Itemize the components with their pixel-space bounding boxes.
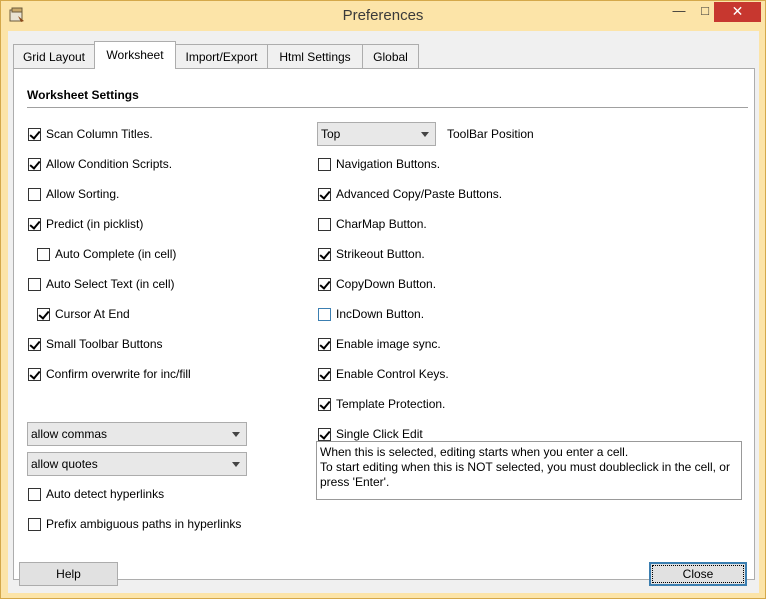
description-line-1: When this is selected, editing starts wh… [320,445,629,459]
dropdown-value: allow quotes [31,457,98,471]
copydown-button-checkbox[interactable]: CopyDown Button. [318,276,436,292]
preferences-window: Preferences — □ ✕ Grid Layout Worksheet … [0,0,766,599]
auto-select-text-checkbox[interactable]: Auto Select Text (in cell) [28,276,175,292]
checkbox-box[interactable] [28,487,41,501]
single-click-edit-checkbox[interactable]: Single Click Edit [318,426,423,442]
dropdown-value: allow commas [31,427,108,441]
close-icon: ✕ [731,3,744,19]
checkbox-label: Allow Sorting. [46,187,120,201]
dropdown-value: Top [321,127,341,141]
description-line-2: To start editing when this is NOT select… [320,460,730,489]
advanced-copy-paste-checkbox[interactable]: Advanced Copy/Paste Buttons. [318,186,502,202]
scan-column-titles-checkbox[interactable]: Scan Column Titles. [28,126,153,142]
tab-grid-layout[interactable]: Grid Layout [13,44,95,68]
checkbox-box[interactable] [28,277,41,291]
commas-dropdown[interactable]: allow commas [27,422,247,446]
tab-html-settings[interactable]: Html Settings [267,44,363,68]
single-click-description: When this is selected, editing starts wh… [316,441,742,500]
cursor-at-end-checkbox[interactable]: Cursor At End [37,306,130,322]
checkbox-label: Enable image sync. [336,337,441,351]
checkbox-box[interactable] [318,337,331,351]
strikeout-button-checkbox[interactable]: Strikeout Button. [318,246,425,262]
navigation-buttons-checkbox[interactable]: Navigation Buttons. [318,156,440,172]
checkbox-label: Auto Complete (in cell) [55,247,177,261]
allow-condition-scripts-checkbox[interactable]: Allow Condition Scripts. [28,156,172,172]
checkbox-label: Allow Condition Scripts. [46,157,173,171]
checkbox-box[interactable] [28,217,41,231]
confirm-overwrite-checkbox[interactable]: Confirm overwrite for inc/fill [28,366,191,382]
title-bar[interactable]: Preferences — □ ✕ [1,1,765,31]
tab-worksheet[interactable]: Worksheet [94,41,176,69]
checkbox-box[interactable] [318,427,331,441]
checkbox-label: Scan Column Titles. [46,127,153,141]
close-button[interactable]: Close [649,562,747,586]
enable-control-keys-checkbox[interactable]: Enable Control Keys. [318,366,449,382]
checkbox-box[interactable] [28,517,41,531]
worksheet-panel: Worksheet Settings Scan Column Titles. A… [13,68,755,580]
checkbox-label: CharMap Button. [336,217,427,231]
checkbox-box[interactable] [28,337,41,351]
checkbox-label: IncDown Button. [336,307,425,321]
checkbox-label: Small Toolbar Buttons [46,337,163,351]
template-protection-checkbox[interactable]: Template Protection. [318,396,445,412]
checkbox-box[interactable] [28,367,41,381]
checkbox-label: Template Protection. [336,397,446,411]
tab-import-export[interactable]: Import/Export [175,44,268,68]
auto-detect-hyperlinks-checkbox[interactable]: Auto detect hyperlinks [28,486,164,502]
checkbox-box[interactable] [28,127,41,141]
toolbar-position-label: ToolBar Position [447,127,534,141]
checkbox-label: Navigation Buttons. [336,157,441,171]
checkbox-box[interactable] [28,157,41,171]
maximize-icon: □ [701,3,709,18]
minimize-icon: — [672,3,686,18]
window-title: Preferences [342,7,424,24]
toolbar-position-dropdown[interactable]: Top [317,122,436,146]
checkbox-box[interactable] [318,157,331,171]
checkbox-label: Auto detect hyperlinks [46,487,165,501]
checkbox-box[interactable] [318,187,331,201]
predict-checkbox[interactable]: Predict (in picklist) [28,216,143,232]
chevron-down-icon[interactable] [421,132,429,137]
checkbox-label: CopyDown Button. [336,277,437,291]
help-button[interactable]: Help [19,562,118,586]
checkbox-box[interactable] [318,277,331,291]
charmap-button-checkbox[interactable]: CharMap Button. [318,216,427,232]
tab-global[interactable]: Global [362,44,419,68]
checkbox-label: Single Click Edit [336,427,423,441]
checkbox-label: Advanced Copy/Paste Buttons. [336,187,503,201]
quotes-dropdown[interactable]: allow quotes [27,452,247,476]
chevron-down-icon[interactable] [232,432,240,437]
checkbox-box[interactable] [318,247,331,261]
checkbox-label: Enable Control Keys. [336,367,449,381]
checkbox-box[interactable] [318,397,331,411]
checkbox-box[interactable] [318,367,331,381]
minimize-button[interactable]: — [666,2,692,22]
checkbox-label: Prefix ambiguous paths in hyperlinks [46,517,242,531]
checkbox-box[interactable] [318,217,331,231]
prefix-ambiguous-paths-checkbox[interactable]: Prefix ambiguous paths in hyperlinks [28,516,241,532]
focus-rect [652,565,744,583]
small-toolbar-buttons-checkbox[interactable]: Small Toolbar Buttons [28,336,163,352]
checkbox-label: Strikeout Button. [336,247,425,261]
checkbox-box[interactable] [37,247,50,261]
section-title: Worksheet Settings [27,88,139,102]
incdown-button-checkbox[interactable]: IncDown Button. [318,306,424,322]
section-divider [27,107,748,108]
checkbox-label: Auto Select Text (in cell) [46,277,175,291]
enable-image-sync-checkbox[interactable]: Enable image sync. [318,336,441,352]
checkbox-box[interactable] [318,307,331,321]
checkbox-label: Confirm overwrite for inc/fill [46,367,191,381]
close-window-button[interactable]: ✕ [714,2,761,22]
dialog-client: Grid Layout Worksheet Import/Export Html… [8,31,759,593]
chevron-down-icon[interactable] [232,462,240,467]
allow-sorting-checkbox[interactable]: Allow Sorting. [28,186,119,202]
auto-complete-checkbox[interactable]: Auto Complete (in cell) [37,246,176,262]
checkbox-box[interactable] [37,307,50,321]
checkbox-label: Predict (in picklist) [46,217,144,231]
checkbox-box[interactable] [28,187,41,201]
checkbox-label: Cursor At End [55,307,130,321]
